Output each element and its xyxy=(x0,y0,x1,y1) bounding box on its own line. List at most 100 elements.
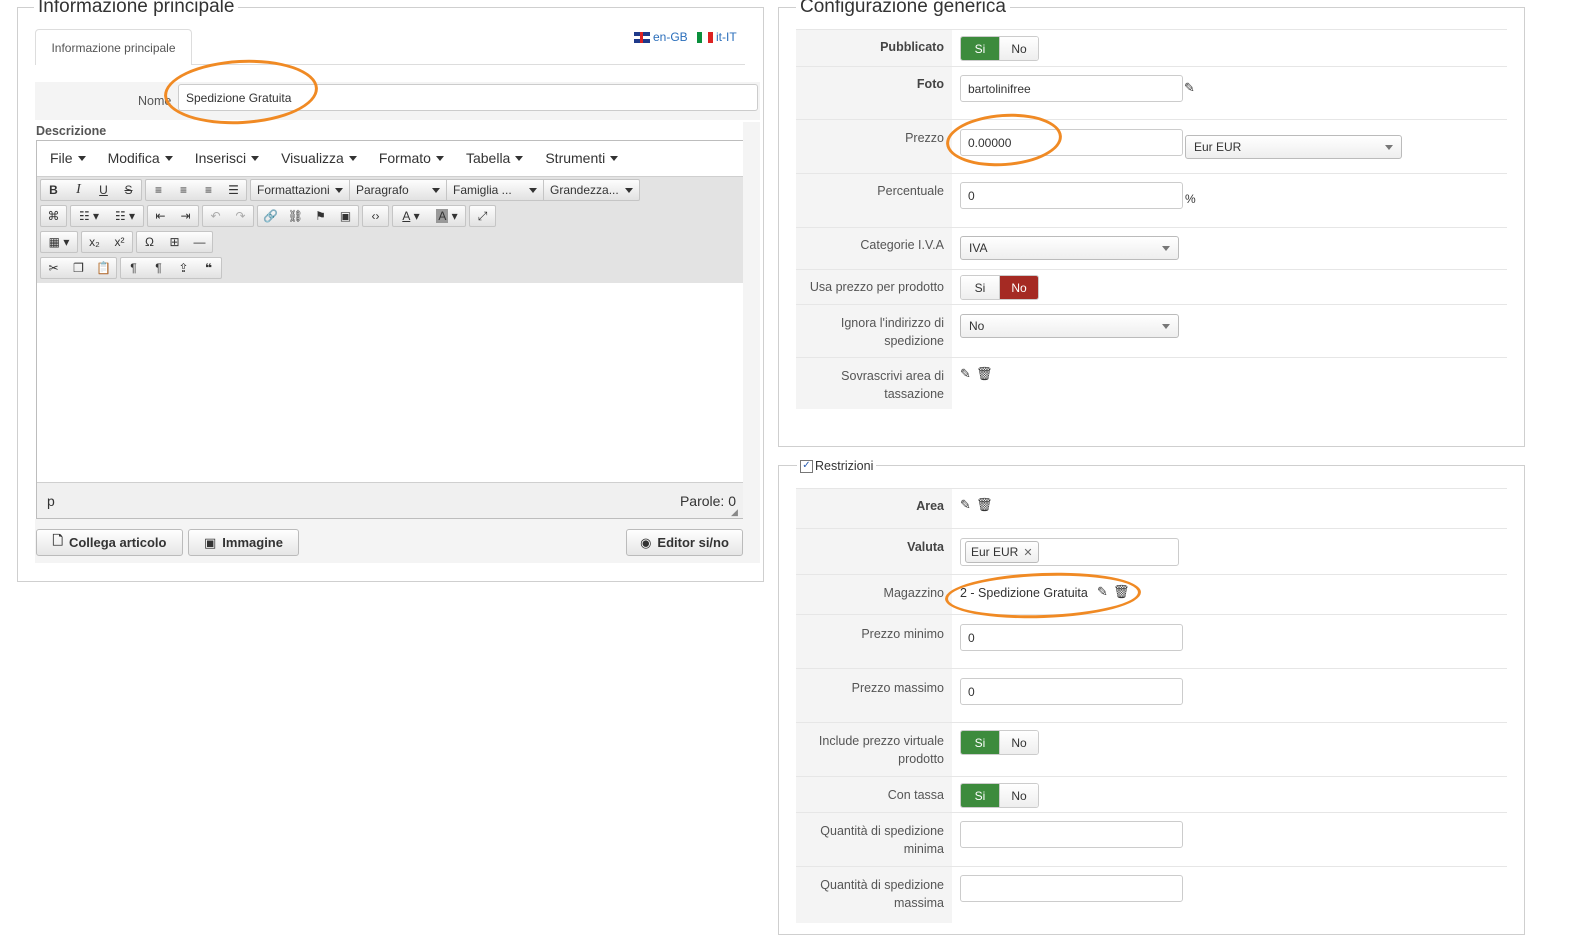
include-toggle[interactable]: Si No xyxy=(960,730,1039,755)
currency-select[interactable]: Eur EUR xyxy=(1185,135,1402,159)
align-right-icon[interactable]: ≡ xyxy=(196,180,221,200)
image-icon[interactable]: ▣ xyxy=(333,206,358,226)
divider xyxy=(796,29,1507,30)
subscript-icon[interactable]: x₂ xyxy=(82,232,107,252)
resize-handle-icon[interactable]: ◢ xyxy=(731,507,738,518)
valuta-tag-label: Eur EUR xyxy=(971,545,1019,559)
align-center-icon[interactable]: ≡ xyxy=(171,180,196,200)
chevron-down-icon xyxy=(625,188,633,193)
restrizioni-checkbox[interactable]: ✓ xyxy=(800,459,813,473)
prezzo-max-input[interactable]: 0 xyxy=(960,678,1183,705)
table-icon[interactable]: ▦ ▾ xyxy=(41,232,77,252)
collega-articolo-button[interactable]: 🗋 Collega articolo xyxy=(36,529,183,556)
toolbar-group-dropdowns: Formattazioni Paragrafo Famiglia ... Gra… xyxy=(250,179,640,201)
pubblicato-label: Pubblicato xyxy=(880,40,944,54)
formattazioni-dropdown[interactable]: Formattazioni xyxy=(251,180,349,200)
paragrafo-dropdown[interactable]: Paragrafo xyxy=(349,180,446,200)
ignora-label: Ignora l'indirizzo di spedizione xyxy=(840,316,944,348)
show-blocks-pilcrow-icon[interactable]: ¶ xyxy=(121,258,146,278)
copy-icon[interactable]: ❐ xyxy=(66,258,91,278)
menu-tabella[interactable]: Tabella xyxy=(455,150,534,166)
immagine-button[interactable]: ▣ Immagine xyxy=(188,529,299,556)
menu-formato[interactable]: Formato xyxy=(368,150,455,166)
grandezza-dropdown[interactable]: Grandezza... xyxy=(543,180,639,200)
tab-informazione-principale[interactable]: Informazione principale xyxy=(35,29,192,65)
famiglia-dropdown[interactable]: Famiglia ... xyxy=(446,180,543,200)
percentuale-input[interactable]: 0 xyxy=(960,182,1183,209)
remove-tag-icon[interactable]: ✕ xyxy=(1023,546,1032,559)
divider xyxy=(796,776,1507,777)
upload-icon[interactable]: ⇪ xyxy=(171,258,196,278)
immagine-label: Immagine xyxy=(222,535,283,550)
align-left-icon[interactable]: ≡ xyxy=(146,180,171,200)
divider xyxy=(796,812,1507,813)
background-color-icon[interactable]: A ▾ xyxy=(429,206,465,226)
pubblicato-no[interactable]: No xyxy=(999,37,1038,60)
iva-select[interactable]: IVA xyxy=(960,236,1179,260)
visual-chars-pilcrow-icon[interactable]: ¶ xyxy=(146,258,171,278)
lang-en-gb[interactable]: en-GB xyxy=(634,30,688,44)
picture-icon: ▣ xyxy=(204,534,217,550)
align-justify-icon[interactable]: ☰ xyxy=(221,180,246,200)
code-icon[interactable]: ‹› xyxy=(363,206,388,226)
horizontal-rule-icon[interactable]: — xyxy=(187,232,212,252)
cut-scissors-icon[interactable]: ✂ xyxy=(41,258,66,278)
menu-inserisci[interactable]: Inserisci xyxy=(184,150,270,166)
pubblicato-si[interactable]: Si xyxy=(961,37,999,60)
menu-file[interactable]: File xyxy=(39,150,97,166)
italic-icon[interactable]: I xyxy=(66,180,91,200)
pubblicato-toggle[interactable]: Si No xyxy=(960,36,1039,61)
trash-icon[interactable]: 🗑 xyxy=(976,497,993,513)
qmin-input[interactable] xyxy=(960,821,1183,848)
redo-icon[interactable]: ↷ xyxy=(228,206,253,226)
indent-icon[interactable]: ⇥ xyxy=(173,206,198,226)
con-tassa-si[interactable]: Si xyxy=(961,784,999,807)
ignora-select[interactable]: No xyxy=(960,314,1179,338)
con-tassa-toggle[interactable]: Si No xyxy=(960,783,1039,808)
divider xyxy=(796,66,1507,67)
unlink-icon[interactable]: ⛓ xyxy=(283,206,308,226)
menu-modifica[interactable]: Modifica xyxy=(97,150,184,166)
menu-strumenti[interactable]: Strumenti xyxy=(534,150,629,166)
paste-icon[interactable]: 📋 xyxy=(91,258,116,278)
superscript-icon[interactable]: x² xyxy=(107,232,132,252)
edit-pencil-icon[interactable]: ✎ xyxy=(960,497,971,513)
foto-input[interactable]: bartolinifree xyxy=(960,75,1183,102)
usa-prezzo-si[interactable]: Si xyxy=(961,276,999,299)
prezzo-min-input[interactable]: 0 xyxy=(960,624,1183,651)
underline-icon[interactable]: U xyxy=(91,180,116,200)
blockquote-icon[interactable]: ❝ xyxy=(196,258,221,278)
media-icon[interactable]: ⊞ xyxy=(162,232,187,252)
toolbar-group-align: ≡ ≡ ≡ ☰ xyxy=(145,179,247,201)
bullet-list-icon[interactable]: ☷ ▾ xyxy=(71,206,107,226)
undo-icon[interactable]: ↶ xyxy=(203,206,228,226)
con-tassa-no[interactable]: No xyxy=(999,784,1038,807)
iva-select-value: IVA xyxy=(969,241,988,255)
divider xyxy=(796,722,1507,723)
numbered-list-icon[interactable]: ☷ ▾ xyxy=(107,206,143,226)
find-binoculars-icon[interactable]: ⌘ xyxy=(41,206,66,226)
lang-it-it[interactable]: it-IT xyxy=(697,30,737,44)
outdent-icon[interactable]: ⇤ xyxy=(148,206,173,226)
usa-prezzo-toggle[interactable]: Si No xyxy=(960,275,1039,300)
bookmark-icon[interactable]: ⚑ xyxy=(308,206,333,226)
include-no[interactable]: No xyxy=(999,731,1038,754)
include-si[interactable]: Si xyxy=(961,731,999,754)
editor-content-area[interactable] xyxy=(37,283,743,482)
status-path: p xyxy=(47,493,55,509)
link-icon[interactable]: 🔗 xyxy=(258,206,283,226)
menu-visualizza[interactable]: Visualizza xyxy=(270,150,368,166)
bold-icon[interactable]: B xyxy=(41,180,66,200)
valuta-multiselect[interactable]: Eur EUR ✕ xyxy=(960,538,1179,566)
file-link-icon: 🗋 xyxy=(52,532,63,548)
edit-pencil-icon[interactable]: ✎ xyxy=(1184,80,1195,96)
text-color-icon[interactable]: A ▾ xyxy=(393,206,429,226)
fullscreen-icon[interactable]: ⤢ xyxy=(470,206,495,226)
usa-prezzo-no[interactable]: No xyxy=(999,276,1038,299)
edit-pencil-icon[interactable]: ✎ xyxy=(960,366,971,382)
qmax-input[interactable] xyxy=(960,875,1183,902)
special-char-omega-icon[interactable]: Ω xyxy=(137,232,162,252)
trash-icon[interactable]: 🗑 xyxy=(976,366,993,382)
strikethrough-icon[interactable]: S xyxy=(116,180,141,200)
editor-toggle-button[interactable]: ◉ Editor si/no xyxy=(626,529,743,556)
